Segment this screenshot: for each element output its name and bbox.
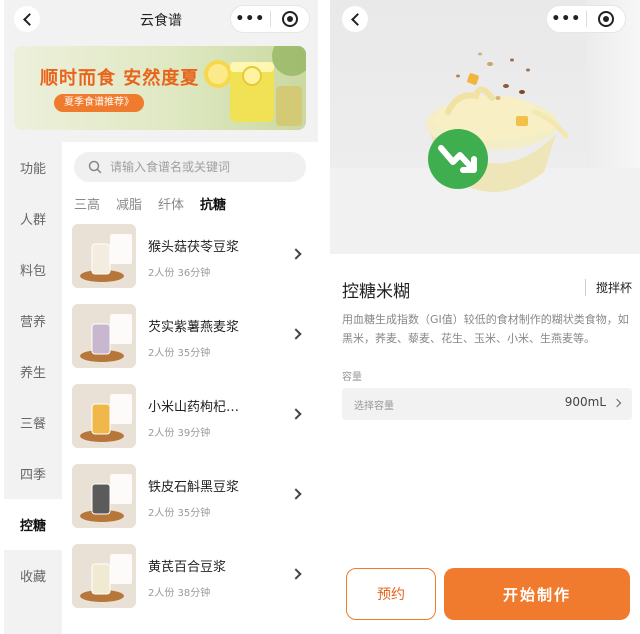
category-tab[interactable]: 减脂	[116, 194, 142, 213]
close-target-button[interactable]	[271, 11, 310, 27]
capacity-label: 容量	[342, 372, 362, 383]
back-button[interactable]	[342, 6, 368, 32]
recipe-name: 芡实紫薯燕麦浆	[148, 320, 240, 335]
recipe-meta: 2人份 35分钟	[148, 508, 211, 519]
recipe-list: 猴头菇茯苓豆浆 2人份 36分钟 芡实紫薯燕麦浆 2人份 35分钟 小米山药枸杞… 2人份…	[72, 224, 308, 624]
capacity-placeholder: 选择容量	[354, 401, 394, 412]
chevron-right-icon	[290, 248, 302, 260]
sidebar-item[interactable]: 料包	[4, 244, 62, 295]
recipe-meta: 2人份 35分钟	[148, 348, 211, 359]
recipe-meta: 2人份 36分钟	[148, 268, 211, 279]
sidebar-item[interactable]: 收藏	[4, 550, 62, 601]
start-cooking-button[interactable]: 开始制作	[444, 568, 630, 620]
sidebar-item[interactable]: 功能	[4, 142, 62, 193]
recipe-thumbnail	[72, 224, 136, 288]
category-tabs: 三高 减脂 纤体 抗糖	[74, 194, 226, 213]
close-target-button[interactable]	[587, 11, 626, 27]
summer-recipe-banner[interactable]: 顺时而食 安然度夏 夏季食谱推荐》	[14, 46, 306, 130]
category-tab[interactable]: 三高	[74, 194, 100, 213]
recipe-list-item[interactable]: 黄芪百合豆浆 2人份 38分钟	[72, 544, 308, 624]
recipe-list-item[interactable]: 猴头菇茯苓豆浆 2人份 36分钟	[72, 224, 308, 304]
product-title: 控糖米糊	[342, 282, 410, 302]
recipe-meta: 2人份 39分钟	[148, 428, 211, 439]
search-input[interactable]	[110, 160, 290, 174]
banner-tag-button[interactable]: 夏季食谱推荐》	[54, 94, 144, 112]
recipe-meta: 2人份 38分钟	[148, 588, 211, 599]
mini-program-capsule: •••	[546, 5, 626, 33]
capacity-value: 900mL	[564, 395, 606, 409]
mini-program-capsule: •••	[230, 5, 310, 33]
category-tab[interactable]: 纤体	[158, 194, 184, 213]
top-nav-bar: 云食谱 •••	[4, 0, 318, 42]
chevron-right-icon	[290, 568, 302, 580]
back-button[interactable]	[14, 6, 40, 32]
rice-paste-illustration	[426, 52, 569, 193]
search-icon	[88, 160, 102, 174]
recipe-list-item[interactable]: 芡实紫薯燕麦浆 2人份 35分钟	[72, 304, 308, 384]
sidebar-item[interactable]: 人群	[4, 193, 62, 244]
category-tab[interactable]: 抗糖	[200, 194, 226, 213]
recipe-list-screen: 云食谱 ••• 顺时而食 安然度夏 夏季食谱推荐》 功能 人群 料包 营养 养生 三餐 四季…	[4, 0, 318, 634]
recipe-thumbnail	[72, 544, 136, 608]
recipe-list-item[interactable]: 铁皮石斛黑豆浆 2人份 35分钟	[72, 464, 308, 544]
target-circle-icon	[597, 11, 614, 27]
sidebar-item[interactable]: 四季	[4, 448, 62, 499]
banner-title: 顺时而食 安然度夏	[40, 68, 200, 89]
chevron-right-icon	[290, 488, 302, 500]
chevron-right-icon	[290, 328, 302, 340]
recipe-content-panel: 三高减脂纤体抗糖 猴头菇茯苓豆浆2人份 36分钟芡实紫薯燕麦浆2人份 35分钟小…	[62, 142, 318, 634]
back-chevron-icon	[350, 12, 364, 26]
category-sidebar: 功能 人群 料包 营养 养生 三餐 四季 控糖 收藏	[4, 142, 62, 601]
back-chevron-icon	[22, 12, 36, 26]
recipe-thumbnail	[72, 384, 136, 448]
recipe-detail-screen: ••• 控糖米糊 搅拌杯 用血糖生成指数（GI值）较低的食材制作的糊状类食物，如…	[330, 0, 640, 634]
product-description: 用血糖生成指数（GI值）较低的食材制作的糊状类食物，如黑米，荞麦、藜麦、花生、玉…	[342, 313, 629, 345]
chevron-right-icon	[612, 398, 622, 408]
sidebar-item[interactable]: 控糖	[4, 499, 62, 550]
recipe-name: 黄芪百合豆浆	[148, 560, 227, 575]
recipe-name: 猴头菇茯苓豆浆	[148, 240, 240, 255]
lemonade-illustration	[204, 46, 306, 126]
recipe-name: 小米山药枸杞…	[148, 400, 240, 415]
more-dots-icon[interactable]: •••	[547, 11, 586, 27]
search-bar[interactable]	[74, 152, 306, 182]
low-gi-down-arrow-icon	[428, 129, 488, 189]
cup-type-tag: 搅拌杯	[584, 279, 632, 296]
sidebar-item[interactable]: 养生	[4, 346, 62, 397]
recipe-thumbnail	[72, 464, 136, 528]
chevron-right-icon	[290, 408, 302, 420]
more-dots-icon[interactable]: •••	[231, 11, 270, 27]
recipe-list-item[interactable]: 小米山药枸杞… 2人份 39分钟	[72, 384, 308, 464]
recipe-thumbnail	[72, 304, 136, 368]
product-hero-image: •••	[330, 0, 640, 254]
sidebar-item[interactable]: 三餐	[4, 397, 62, 448]
reserve-button[interactable]: 预约	[346, 568, 436, 620]
sidebar-item[interactable]: 营养	[4, 295, 62, 346]
recipe-name: 铁皮石斛黑豆浆	[148, 480, 240, 495]
target-circle-icon	[281, 11, 298, 27]
capacity-select[interactable]: 选择容量 900mL	[342, 388, 632, 420]
